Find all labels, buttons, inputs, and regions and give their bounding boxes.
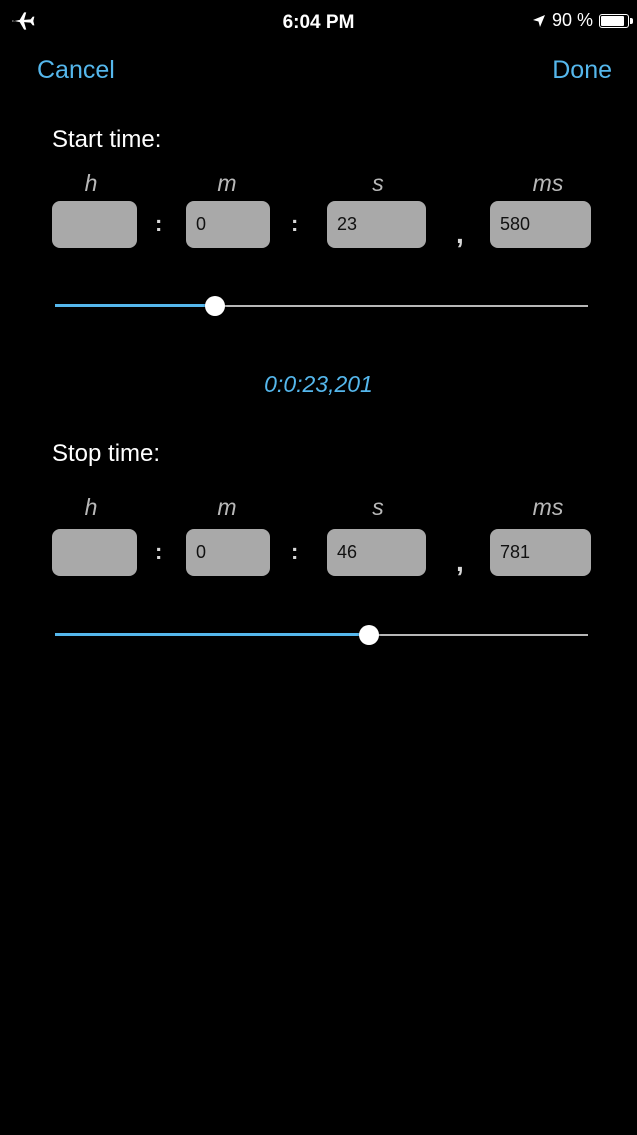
start-seconds-field[interactable]: 23: [327, 201, 426, 248]
stop-slider-fill: [55, 633, 370, 636]
status-right: 90 %: [532, 10, 633, 31]
battery-percent: 90 %: [551, 10, 593, 30]
stop-time-slider[interactable]: [55, 623, 588, 647]
status-bar: 6:04 PM 90 %: [0, 0, 637, 40]
done-button[interactable]: Done: [552, 56, 612, 85]
start-slider-fill: [55, 304, 215, 307]
stop-slider-thumb[interactable]: [359, 625, 380, 645]
start-time-label: Start time:: [52, 126, 162, 153]
start-seconds-unit: s: [372, 170, 384, 196]
stop-hours-field[interactable]: [52, 529, 137, 576]
start-ms-field[interactable]: 580: [490, 201, 591, 248]
location-arrow-icon: [532, 14, 545, 27]
stop-minutes-unit: m: [217, 494, 237, 520]
start-minutes-unit: m: [217, 170, 237, 196]
start-slider-thumb[interactable]: [204, 296, 225, 316]
start-comma: ,: [456, 218, 464, 249]
start-hours-unit: h: [84, 170, 98, 196]
stop-time-label: Stop time:: [52, 440, 161, 467]
start-minutes-field[interactable]: 0: [186, 201, 270, 248]
start-separator-1: :: [155, 211, 163, 236]
stop-hours-unit: h: [84, 494, 98, 520]
start-hours-field[interactable]: [52, 201, 137, 248]
stop-separator-2: :: [291, 539, 299, 564]
stop-ms-field[interactable]: 781: [490, 529, 591, 576]
stop-comma: ,: [456, 546, 464, 577]
stop-seconds-field[interactable]: 46: [327, 529, 426, 576]
duration-readout: 0:0:23,201: [264, 371, 373, 397]
battery-icon: [599, 13, 633, 28]
battery-fill: [601, 15, 625, 26]
start-time-slider[interactable]: [55, 294, 588, 318]
battery-nub: [630, 17, 633, 24]
stop-seconds-unit: s: [372, 494, 384, 520]
stop-separator-1: :: [155, 539, 163, 564]
stop-minutes-field[interactable]: 0: [186, 529, 270, 576]
start-separator-2: :: [291, 211, 299, 236]
cancel-button[interactable]: Cancel: [37, 56, 115, 85]
stop-ms-unit: ms: [532, 494, 564, 520]
start-ms-unit: ms: [532, 170, 564, 196]
